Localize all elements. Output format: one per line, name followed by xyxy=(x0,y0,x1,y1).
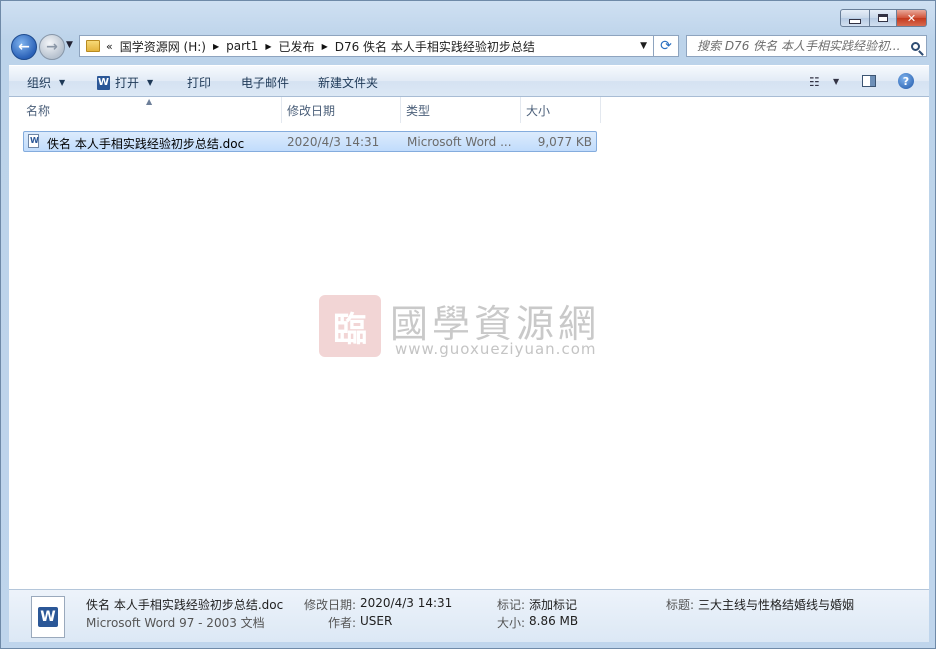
word-document-icon: W xyxy=(31,596,65,638)
file-list[interactable]: ▲ 名称 修改日期 类型 大小 佚名 本人手相实践经验初步总结.doc 2020… xyxy=(9,97,929,589)
word-icon: W xyxy=(97,75,110,90)
caption-buttons: ✕ xyxy=(840,9,927,27)
column-header-date[interactable]: 修改日期 xyxy=(279,97,399,123)
organize-label: 组织 xyxy=(27,76,52,90)
column-size-label: 大小 xyxy=(526,103,551,118)
print-button[interactable]: 打印 xyxy=(187,74,211,91)
open-button[interactable]: W 打开 ▼ xyxy=(97,74,153,91)
back-button[interactable]: ← xyxy=(11,34,37,60)
preview-pane-icon[interactable] xyxy=(862,75,876,87)
column-divider[interactable] xyxy=(600,97,601,123)
search-input[interactable] xyxy=(695,38,909,54)
new-folder-label: 新建文件夹 xyxy=(318,76,379,90)
chevron-down-icon: ▼ xyxy=(147,78,154,87)
email-button[interactable]: 电子邮件 xyxy=(241,74,289,91)
file-type: Microsoft Word ... xyxy=(407,135,512,149)
details-date-label: 修改日期: xyxy=(304,598,357,612)
breadcrumb-current-folder[interactable]: D76 佚名 本人手相实践经验初步总结 xyxy=(335,38,535,55)
back-arrow-icon: ← xyxy=(18,39,30,55)
overflow-chevron-icon[interactable]: « xyxy=(106,40,113,53)
breadcrumb-separator-icon[interactable]: ▶ xyxy=(213,42,219,51)
details-author-value[interactable]: USER xyxy=(360,614,392,628)
minimize-icon xyxy=(849,18,861,24)
file-date: 2020/4/3 14:31 xyxy=(287,135,380,149)
breadcrumb-separator-icon[interactable]: ▶ xyxy=(322,42,328,51)
details-title-value[interactable]: 三大主线与性格结婚线与婚姻 xyxy=(698,596,854,613)
recent-pages-dropdown[interactable]: ▼ xyxy=(66,40,73,50)
maximize-button[interactable] xyxy=(870,9,897,27)
view-dropdown-icon[interactable]: ▼ xyxy=(833,77,839,86)
address-bar[interactable]: « 国学资源网 (H:) ▶ part1 ▶ 已发布 ▶ D76 佚名 本人手相… xyxy=(79,35,654,57)
refresh-icon: ⟳ xyxy=(660,38,672,54)
details-size-label: 大小: xyxy=(497,616,526,630)
maximize-icon xyxy=(878,14,888,22)
details-pane: W 佚名 本人手相实践经验初步总结.doc Microsoft Word 97 … xyxy=(9,589,929,642)
watermark-logo-char: 臨 xyxy=(333,309,367,350)
email-label: 电子邮件 xyxy=(241,76,290,90)
forward-button[interactable]: → xyxy=(39,34,65,60)
forward-arrow-icon: → xyxy=(46,39,58,55)
column-date-label: 修改日期 xyxy=(287,103,336,118)
command-bar: 组织 ▼ W 打开 ▼ 打印 电子邮件 新建文件夹 ☷ ▼ ? xyxy=(9,65,929,97)
file-row[interactable]: 佚名 本人手相实践经验初步总结.doc 2020/4/3 14:31 Micro… xyxy=(23,131,597,152)
details-filename: 佚名 本人手相实践经验初步总结.doc xyxy=(86,598,284,612)
open-label: 打开 xyxy=(115,76,140,90)
organize-button[interactable]: 组织 ▼ xyxy=(27,74,65,91)
details-title-label: 标题: xyxy=(666,598,695,612)
refresh-button[interactable]: ⟳ xyxy=(654,35,679,57)
folder-icon xyxy=(86,40,100,52)
details-tags-value[interactable]: 添加标记 xyxy=(529,596,577,613)
breadcrumb-drive[interactable]: 国学资源网 (H:) xyxy=(120,38,206,55)
help-icon[interactable]: ? xyxy=(898,73,914,89)
file-size: 9,077 KB xyxy=(537,135,592,149)
breadcrumb-separator-icon[interactable]: ▶ xyxy=(265,42,271,51)
close-button[interactable]: ✕ xyxy=(897,9,927,27)
column-name-label: 名称 xyxy=(26,103,51,118)
column-header-type[interactable]: 类型 xyxy=(398,97,518,123)
print-label: 打印 xyxy=(187,76,212,90)
close-icon: ✕ xyxy=(906,11,917,25)
breadcrumb-part1[interactable]: part1 xyxy=(226,39,258,53)
word-document-icon xyxy=(28,134,39,148)
details-author-label: 作者: xyxy=(328,616,357,630)
breadcrumb-published[interactable]: 已发布 xyxy=(279,38,315,55)
watermark-url: www.guoxueziyuan.com xyxy=(395,340,597,358)
column-type-label: 类型 xyxy=(406,103,431,118)
watermark-logo: 臨 xyxy=(319,295,381,357)
search-icon[interactable] xyxy=(911,41,920,51)
explorer-window: ✕ ← → ▼ « 国学资源网 (H:) ▶ part1 ▶ 已发布 ▶ D76… xyxy=(0,0,936,649)
view-options-icon[interactable]: ☷ xyxy=(809,75,820,89)
details-date-value: 2020/4/3 14:31 xyxy=(360,596,453,610)
minimize-button[interactable] xyxy=(840,9,870,27)
address-dropdown-icon[interactable]: ▼ xyxy=(640,41,647,51)
chevron-down-icon: ▼ xyxy=(59,78,66,87)
column-header-size[interactable]: 大小 xyxy=(518,97,598,123)
search-box[interactable] xyxy=(686,35,927,57)
details-tags-label: 标记: xyxy=(497,598,526,612)
new-folder-button[interactable]: 新建文件夹 xyxy=(318,74,378,91)
column-header-name[interactable]: 名称 xyxy=(18,97,281,123)
details-filetype: Microsoft Word 97 - 2003 文档 xyxy=(86,616,265,630)
file-name: 佚名 本人手相实践经验初步总结.doc xyxy=(47,137,245,151)
details-size-value: 8.86 MB xyxy=(529,614,579,628)
